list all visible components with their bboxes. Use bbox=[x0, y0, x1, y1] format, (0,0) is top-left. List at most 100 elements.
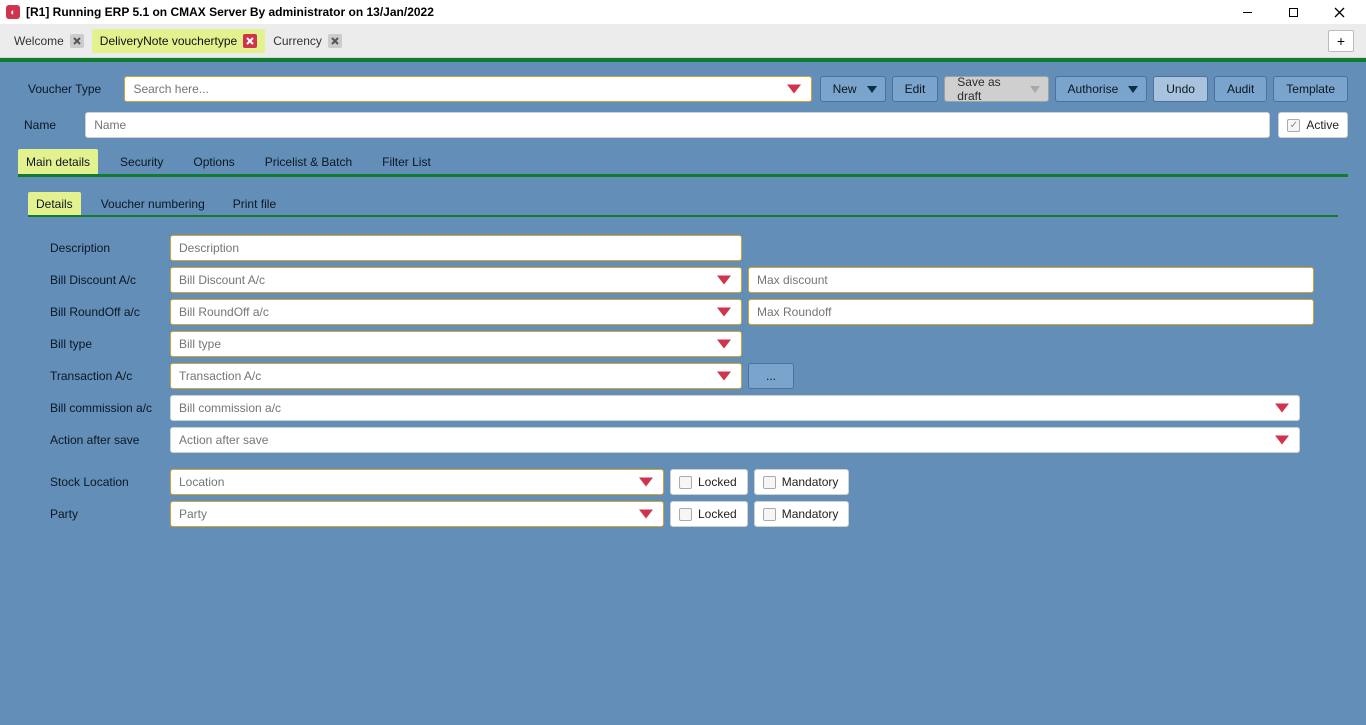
document-tabstrip: Welcome DeliveryNote vouchertype Currenc… bbox=[0, 24, 1366, 58]
bill-commission-combo[interactable] bbox=[170, 395, 1300, 421]
action-after-save-label: Action after save bbox=[50, 433, 170, 447]
bill-commission-label: Bill commission a/c bbox=[50, 401, 170, 415]
stock-location-input[interactable] bbox=[179, 475, 655, 489]
maximize-button[interactable] bbox=[1270, 0, 1316, 24]
close-icon[interactable] bbox=[243, 34, 257, 48]
template-button[interactable]: Template bbox=[1273, 76, 1348, 102]
bill-commission-input[interactable] bbox=[179, 401, 1291, 415]
check-icon bbox=[1287, 119, 1300, 132]
audit-button[interactable]: Audit bbox=[1214, 76, 1267, 102]
chevron-down-icon bbox=[787, 85, 801, 94]
app-icon bbox=[6, 5, 20, 19]
chevron-down-icon bbox=[1275, 436, 1289, 445]
party-locked-checkbox[interactable]: Locked bbox=[670, 501, 748, 527]
chevron-down-icon bbox=[1275, 404, 1289, 413]
checkbox-label: Locked bbox=[698, 475, 737, 489]
bill-type-input[interactable] bbox=[179, 337, 733, 351]
tab-deliverynote-vouchertype[interactable]: DeliveryNote vouchertype bbox=[92, 29, 265, 53]
new-button[interactable]: New bbox=[820, 76, 886, 102]
tab-label: Currency bbox=[273, 34, 322, 48]
tab-options[interactable]: Options bbox=[185, 149, 242, 174]
name-label: Name bbox=[18, 118, 85, 132]
transaction-ac-more-button[interactable]: ... bbox=[748, 363, 794, 389]
party-input[interactable] bbox=[179, 507, 655, 521]
transaction-ac-input[interactable] bbox=[179, 369, 733, 383]
party-label: Party bbox=[50, 507, 170, 521]
chevron-down-icon bbox=[1030, 86, 1040, 93]
close-icon[interactable] bbox=[70, 34, 84, 48]
description-field[interactable] bbox=[170, 235, 742, 261]
active-checkbox[interactable]: Active bbox=[1278, 112, 1348, 138]
search-input[interactable] bbox=[133, 82, 802, 96]
checkbox-label: Locked bbox=[698, 507, 737, 521]
max-discount-input[interactable] bbox=[757, 273, 1305, 287]
chevron-down-icon bbox=[717, 276, 731, 285]
stock-location-locked-checkbox[interactable]: Locked bbox=[670, 469, 748, 495]
name-field[interactable] bbox=[85, 112, 1270, 138]
transaction-ac-label: Transaction A/c bbox=[50, 369, 170, 383]
button-label: Save as draft bbox=[957, 75, 1019, 103]
description-label: Description bbox=[50, 241, 170, 255]
details-panel: Description Bill Discount A/c Bill Round… bbox=[28, 217, 1338, 527]
max-roundoff-input[interactable] bbox=[757, 305, 1305, 319]
active-label: Active bbox=[1306, 118, 1339, 132]
checkbox-icon bbox=[679, 476, 692, 489]
main-form: Voucher Type New Edit Save as draft Auth… bbox=[0, 62, 1366, 725]
chevron-down-icon bbox=[867, 86, 877, 93]
bill-roundoff-input[interactable] bbox=[179, 305, 733, 319]
tab-pricelist-batch[interactable]: Pricelist & Batch bbox=[257, 149, 360, 174]
bill-discount-input[interactable] bbox=[179, 273, 733, 287]
chevron-down-icon bbox=[1128, 86, 1138, 93]
bill-type-combo[interactable] bbox=[170, 331, 742, 357]
chevron-down-icon bbox=[717, 372, 731, 381]
save-as-draft-button[interactable]: Save as draft bbox=[944, 76, 1048, 102]
section-tabs: Main details Security Options Pricelist … bbox=[18, 148, 1348, 177]
action-after-save-input[interactable] bbox=[179, 433, 1291, 447]
button-label: Audit bbox=[1227, 82, 1254, 96]
close-icon[interactable] bbox=[328, 34, 342, 48]
bill-roundoff-label: Bill RoundOff a/c bbox=[50, 305, 170, 319]
transaction-ac-combo[interactable] bbox=[170, 363, 742, 389]
action-after-save-combo[interactable] bbox=[170, 427, 1300, 453]
stock-location-combo[interactable] bbox=[170, 469, 664, 495]
chevron-down-icon bbox=[717, 308, 731, 317]
description-input[interactable] bbox=[179, 241, 733, 255]
checkbox-label: Mandatory bbox=[782, 475, 839, 489]
chevron-down-icon bbox=[639, 478, 653, 487]
checkbox-label: Mandatory bbox=[782, 507, 839, 521]
button-label: Template bbox=[1286, 82, 1335, 96]
checkbox-icon bbox=[679, 508, 692, 521]
tab-print-file[interactable]: Print file bbox=[225, 192, 284, 215]
button-label: Authorise bbox=[1068, 82, 1119, 96]
voucher-type-search[interactable] bbox=[124, 76, 811, 102]
max-discount-field[interactable] bbox=[748, 267, 1314, 293]
name-input[interactable] bbox=[94, 118, 1261, 132]
checkbox-icon bbox=[763, 476, 776, 489]
tab-filter-list[interactable]: Filter List bbox=[374, 149, 439, 174]
max-roundoff-field[interactable] bbox=[748, 299, 1314, 325]
tab-welcome[interactable]: Welcome bbox=[6, 29, 92, 53]
tab-voucher-numbering[interactable]: Voucher numbering bbox=[93, 192, 213, 215]
minimize-button[interactable] bbox=[1224, 0, 1270, 24]
bill-roundoff-combo[interactable] bbox=[170, 299, 742, 325]
undo-button[interactable]: Undo bbox=[1153, 76, 1208, 102]
tab-currency[interactable]: Currency bbox=[265, 29, 350, 53]
bill-type-label: Bill type bbox=[50, 337, 170, 351]
edit-button[interactable]: Edit bbox=[892, 76, 939, 102]
party-combo[interactable] bbox=[170, 501, 664, 527]
tab-main-details[interactable]: Main details bbox=[18, 149, 98, 174]
action-toolbar: New Edit Save as draft Authorise Undo Au… bbox=[820, 76, 1348, 102]
bill-discount-combo[interactable] bbox=[170, 267, 742, 293]
sub-section-tabs: Details Voucher numbering Print file bbox=[28, 191, 1338, 217]
tab-security[interactable]: Security bbox=[112, 149, 171, 174]
chevron-down-icon bbox=[717, 340, 731, 349]
stock-location-mandatory-checkbox[interactable]: Mandatory bbox=[754, 469, 850, 495]
party-mandatory-checkbox[interactable]: Mandatory bbox=[754, 501, 850, 527]
close-button[interactable] bbox=[1316, 0, 1362, 24]
bill-discount-label: Bill Discount A/c bbox=[50, 273, 170, 287]
tab-details[interactable]: Details bbox=[28, 192, 81, 215]
checkbox-icon bbox=[763, 508, 776, 521]
authorise-button[interactable]: Authorise bbox=[1055, 76, 1148, 102]
stock-location-label: Stock Location bbox=[50, 475, 170, 489]
add-tab-button[interactable]: + bbox=[1328, 30, 1354, 52]
